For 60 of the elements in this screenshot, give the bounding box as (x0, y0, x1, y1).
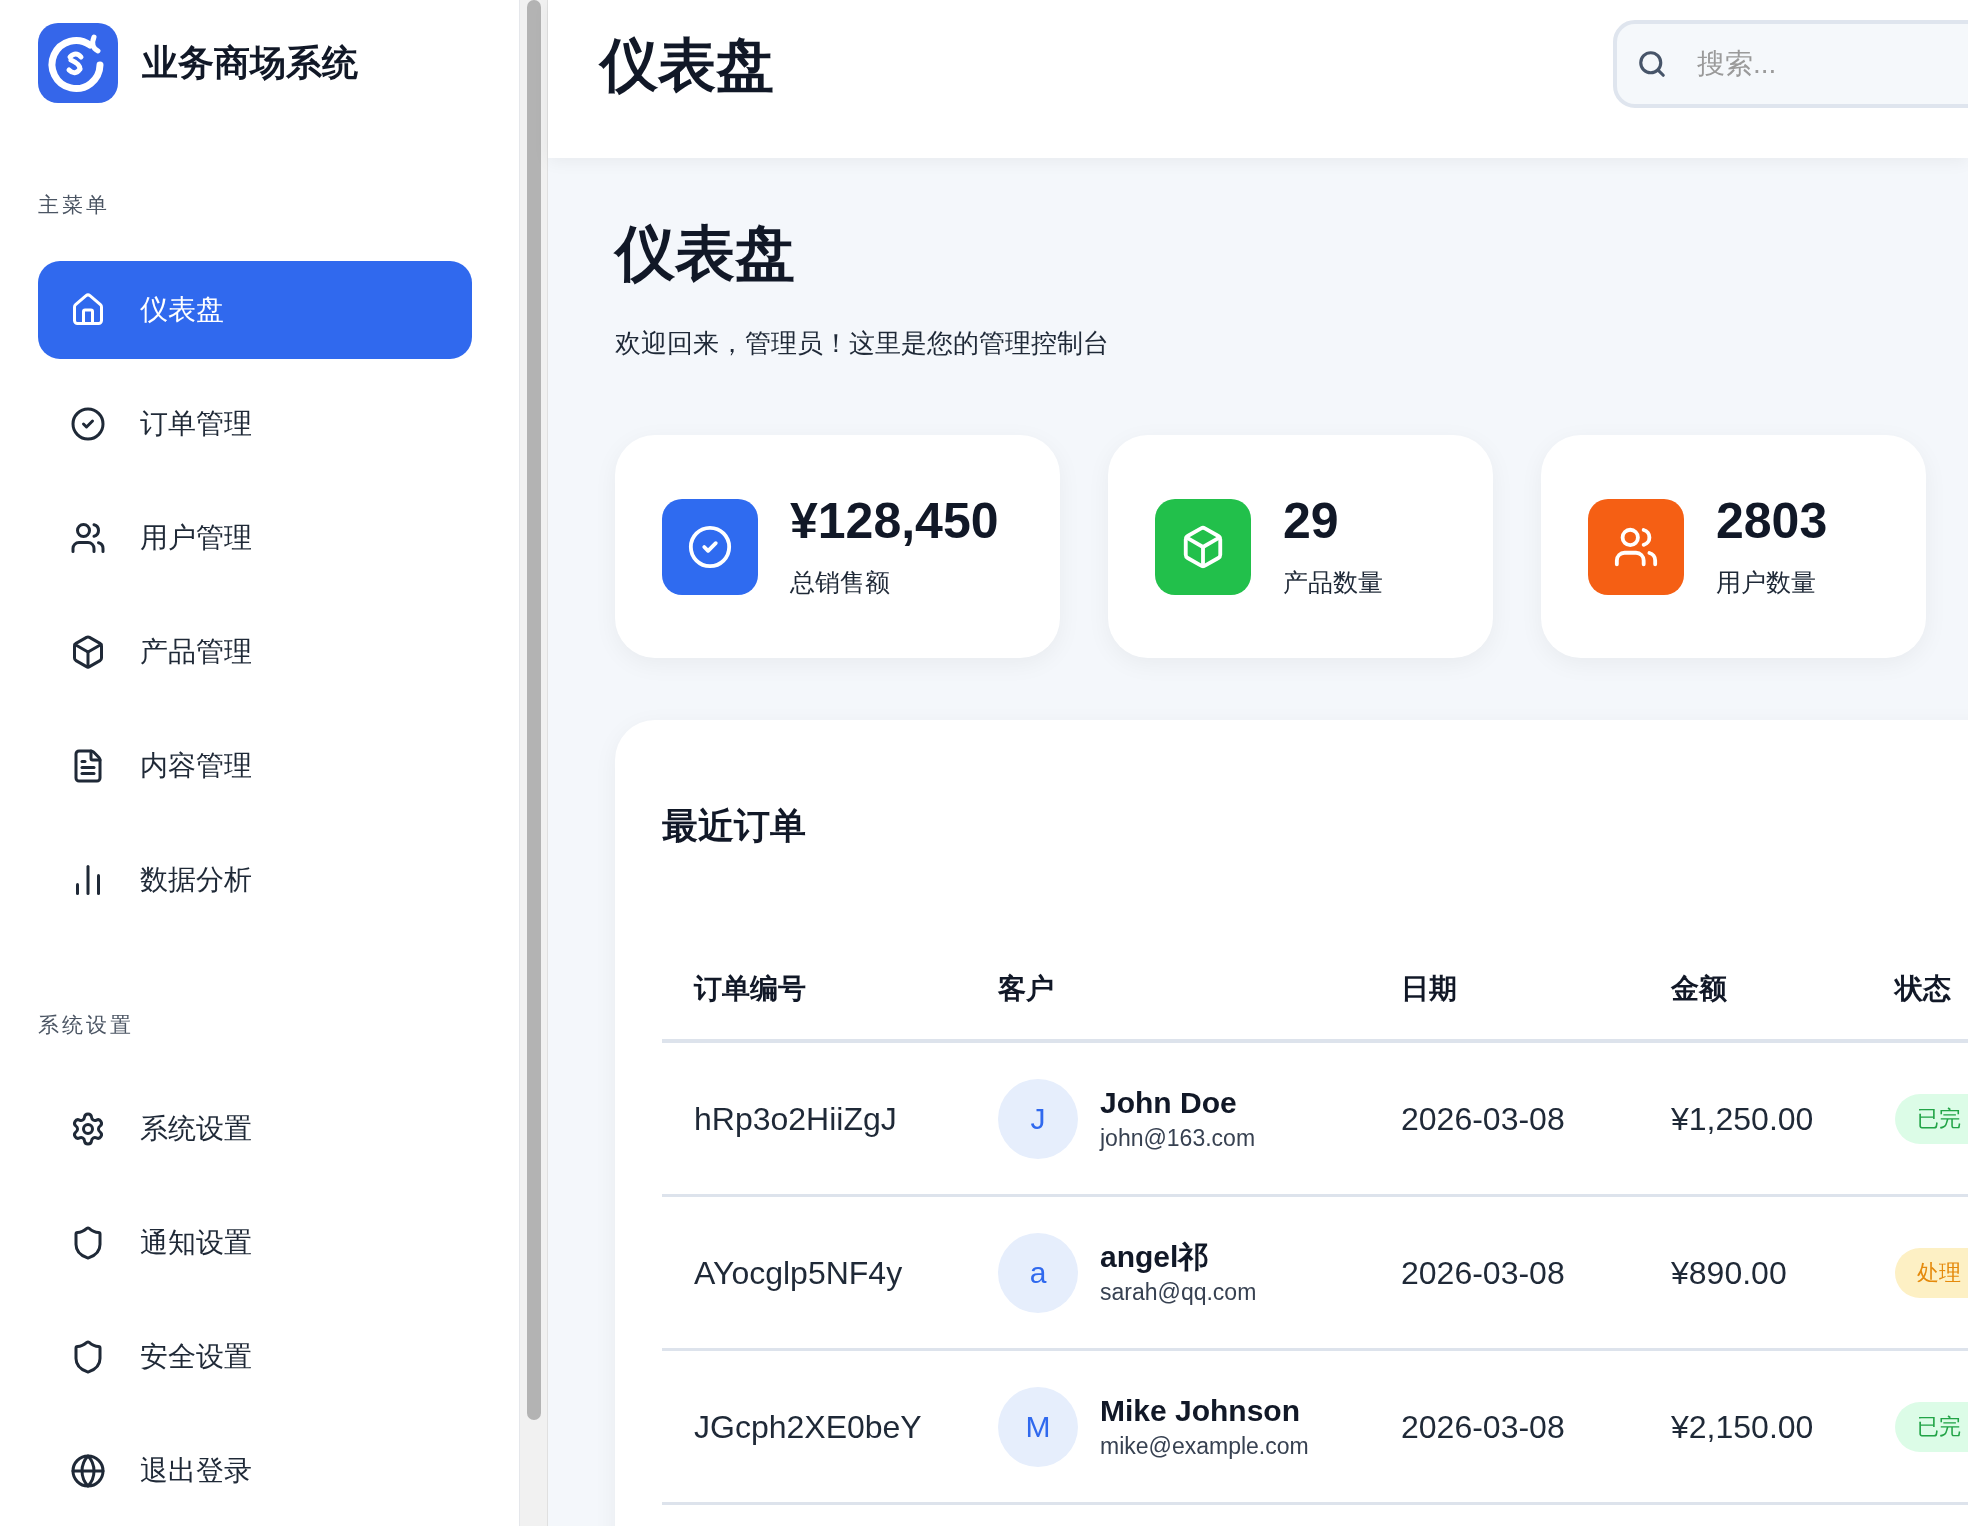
column-header: 状态 (1893, 971, 1952, 1006)
sidebar-item[interactable]: 退出登录 (38, 1422, 472, 1520)
search-icon (1637, 49, 1667, 79)
scrollbar-thumb[interactable] (526, 0, 541, 1420)
column-header: 客户 (997, 971, 1055, 1006)
order-amount: ¥890.00 (1670, 1253, 1788, 1293)
sidebar-item[interactable]: 仪表盘 (38, 260, 472, 359)
house-icon (70, 291, 106, 328)
customer-name: John Doe (1100, 1084, 1238, 1121)
avatar: M (998, 1386, 1078, 1467)
page-title: 仪表盘 (615, 219, 796, 289)
customer-name: angel祁 (1100, 1238, 1210, 1275)
customer-name: Mike Johnson (1100, 1392, 1302, 1429)
order-date: 2026-03-08 (1400, 1099, 1566, 1139)
stat-value: 29 (1283, 491, 1340, 550)
column-header: 订单编号 (692, 971, 807, 1006)
order-date: 2026-03-08 (1400, 1407, 1566, 1447)
sidebar-item[interactable]: 用户管理 (38, 488, 472, 587)
order-amount: ¥1,250.00 (1670, 1099, 1815, 1139)
order-id: hRp3o2HiiZgJ (693, 1099, 898, 1139)
section-heading: 主菜单 (37, 192, 111, 218)
orders-title: 最近订单 (662, 804, 807, 848)
customer-email: sarah@qq.com (1100, 1277, 1257, 1307)
avatar: a (998, 1232, 1078, 1313)
sidebar-item[interactable]: 数据分析 (38, 830, 472, 929)
stat-label: 用户数量 (1716, 566, 1817, 598)
status-badge: 处理 (1895, 1247, 1968, 1298)
globe-icon (70, 1453, 106, 1489)
column-header: 金额 (1670, 971, 1728, 1006)
check-circle-icon (70, 405, 106, 442)
scrollbar[interactable] (520, 0, 548, 1526)
customer-email: john@163.com (1100, 1123, 1256, 1153)
stat-label: 产品数量 (1283, 566, 1383, 598)
sidebar-item[interactable]: 系统设置 (38, 1080, 472, 1178)
status-badge: 已完 (1895, 1401, 1968, 1452)
search-field[interactable]: 搜索... (1613, 20, 1968, 108)
settings-icon (70, 1111, 106, 1147)
column-header: 日期 (1400, 971, 1458, 1006)
stat-label: 总销售额 (790, 566, 891, 598)
sidebar-item[interactable]: 通知设置 (38, 1194, 472, 1292)
sidebar-item[interactable]: 产品管理 (38, 602, 472, 701)
order-date: 2026-03-08 (1400, 1253, 1566, 1293)
logo-icon (38, 23, 118, 103)
section-heading: 系统设置 (37, 1011, 135, 1038)
sidebar-item[interactable]: 安全设置 (38, 1308, 472, 1406)
stat-value: 2803 (1716, 491, 1828, 550)
sidebar-item[interactable]: 订单管理 (38, 374, 472, 473)
header-title: 仪表盘 (600, 30, 774, 99)
order-amount: ¥2,150.00 (1670, 1407, 1815, 1447)
customer-email: mike@example.com (1100, 1431, 1309, 1461)
order-id: AYocglp5NF4y (693, 1253, 904, 1293)
order-id: JGcph2XE0beY (693, 1407, 923, 1447)
sidebar-item[interactable]: 内容管理 (38, 716, 472, 815)
status-badge: 已完 (1895, 1093, 1968, 1144)
welcome-text: 欢迎回来，管理员！这里是您的管理控制台 (615, 327, 1110, 360)
avatar: J (998, 1078, 1078, 1159)
cube-icon (70, 633, 106, 670)
check-circle-icon (687, 523, 733, 570)
brand-name: 业务商场系统 (142, 41, 358, 85)
stat-value: ¥128,450 (790, 491, 999, 550)
